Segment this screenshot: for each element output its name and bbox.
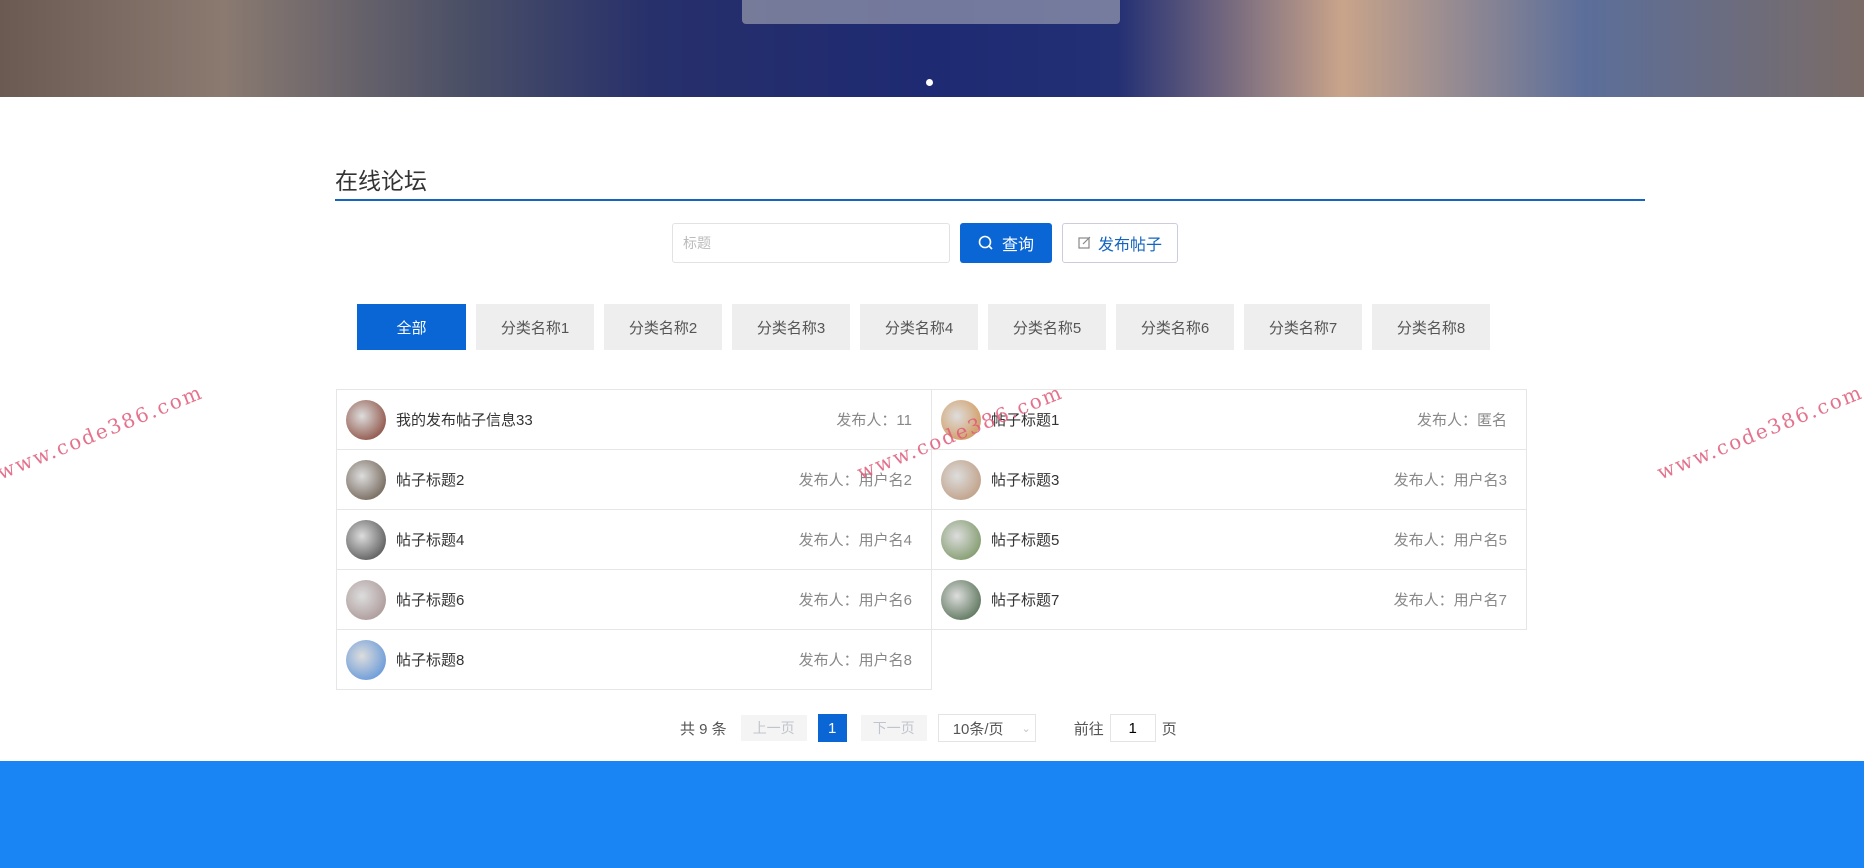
post-author: 发布人：用户名6 bbox=[798, 592, 912, 609]
edit-icon bbox=[1078, 236, 1091, 249]
query-button[interactable]: 查询 bbox=[960, 223, 1052, 263]
watermark: www.code386.com bbox=[1653, 379, 1864, 485]
post-item[interactable]: 我的发布帖子信息33 发布人：11 bbox=[336, 389, 932, 450]
page-size-value: 10条/页 bbox=[952, 720, 1004, 738]
post-thumbnail bbox=[346, 399, 386, 440]
post-title: 帖子标题7 bbox=[991, 592, 1060, 609]
category-tab[interactable]: 分类名称7 bbox=[1244, 304, 1362, 350]
category-tab[interactable]: 分类名称5 bbox=[988, 304, 1106, 350]
post-author: 发布人：11 bbox=[836, 412, 912, 429]
post-author: 发布人：用户名7 bbox=[1393, 592, 1507, 609]
publish-post-button[interactable]: 发布帖子 bbox=[1062, 223, 1178, 263]
post-title: 帖子标题8 bbox=[396, 652, 465, 669]
prev-page-button[interactable]: 上一页 bbox=[740, 715, 807, 741]
post-item[interactable]: 帖子标题4 发布人：用户名4 bbox=[336, 509, 932, 570]
category-tab-all[interactable]: 全部 bbox=[357, 304, 466, 350]
post-title: 帖子标题2 bbox=[396, 472, 465, 489]
post-thumbnail bbox=[346, 459, 386, 500]
total-count: 共 9 条 bbox=[680, 720, 727, 738]
banner-caption bbox=[742, 0, 1120, 24]
post-author: 发布人：用户名5 bbox=[1393, 532, 1507, 549]
post-thumbnail bbox=[941, 519, 981, 560]
category-tab[interactable]: 分类名称8 bbox=[1372, 304, 1490, 350]
category-tab[interactable]: 分类名称2 bbox=[604, 304, 722, 350]
category-tab[interactable]: 分类名称4 bbox=[860, 304, 978, 350]
page-1-button[interactable]: 1 bbox=[817, 714, 847, 742]
page-size-select[interactable]: 10条/页 ⌄ bbox=[937, 714, 1036, 742]
post-author: 发布人：用户名4 bbox=[798, 532, 912, 549]
post-item[interactable]: 帖子标题6 发布人：用户名6 bbox=[336, 569, 932, 630]
publish-label: 发布帖子 bbox=[1097, 237, 1162, 254]
goto-page-input[interactable] bbox=[1109, 714, 1156, 742]
post-thumbnail bbox=[346, 519, 386, 560]
chevron-down-icon: ⌄ bbox=[1021, 722, 1031, 735]
post-item[interactable]: 帖子标题5 发布人：用户名5 bbox=[931, 509, 1527, 570]
category-tab[interactable]: 分类名称1 bbox=[476, 304, 594, 350]
page-unit-label: 页 bbox=[1161, 720, 1177, 738]
post-thumbnail bbox=[941, 579, 981, 620]
post-title: 帖子标题4 bbox=[396, 532, 465, 549]
goto-label: 前往 bbox=[1073, 720, 1104, 738]
post-thumbnail bbox=[346, 639, 386, 680]
title-search-input[interactable] bbox=[672, 223, 950, 263]
footer bbox=[0, 761, 1864, 868]
post-thumbnail bbox=[941, 459, 981, 500]
post-title: 帖子标题6 bbox=[396, 592, 465, 609]
post-author: 发布人：用户名2 bbox=[798, 472, 912, 489]
post-author: 发布人：用户名8 bbox=[798, 652, 912, 669]
post-item[interactable]: 帖子标题8 发布人：用户名8 bbox=[336, 629, 932, 690]
post-item[interactable]: 帖子标题2 发布人：用户名2 bbox=[336, 449, 932, 510]
post-title: 帖子标题3 bbox=[991, 472, 1060, 489]
category-tab[interactable]: 分类名称3 bbox=[732, 304, 850, 350]
post-title: 帖子标题1 bbox=[991, 412, 1060, 429]
search-icon bbox=[978, 235, 993, 250]
post-item[interactable]: 帖子标题7 发布人：用户名7 bbox=[931, 569, 1527, 630]
pagination: 共 9 条 上一页 1 下一页 10条/页 ⌄ 前往 页 bbox=[680, 714, 1177, 742]
carousel-indicator[interactable] bbox=[926, 79, 933, 86]
post-thumbnail bbox=[346, 579, 386, 620]
category-tabs: 全部 分类名称1 分类名称2 分类名称3 分类名称4 分类名称5 分类名称6 分类名称7 分类名… bbox=[357, 304, 1490, 350]
post-title: 我的发布帖子信息33 bbox=[396, 412, 533, 429]
post-title: 帖子标题5 bbox=[991, 532, 1060, 549]
post-item[interactable]: 帖子标题3 发布人：用户名3 bbox=[931, 449, 1527, 510]
post-author: 发布人：匿名 bbox=[1416, 412, 1507, 429]
banner-carousel[interactable] bbox=[0, 0, 1864, 97]
post-author: 发布人：用户名3 bbox=[1393, 472, 1507, 489]
watermark: www.code386.com bbox=[0, 379, 207, 485]
page-title: 在线论坛 bbox=[335, 168, 427, 194]
category-tab[interactable]: 分类名称6 bbox=[1116, 304, 1234, 350]
title-divider bbox=[335, 199, 1645, 201]
query-label: 查询 bbox=[1001, 237, 1034, 254]
next-page-button[interactable]: 下一页 bbox=[860, 715, 927, 741]
